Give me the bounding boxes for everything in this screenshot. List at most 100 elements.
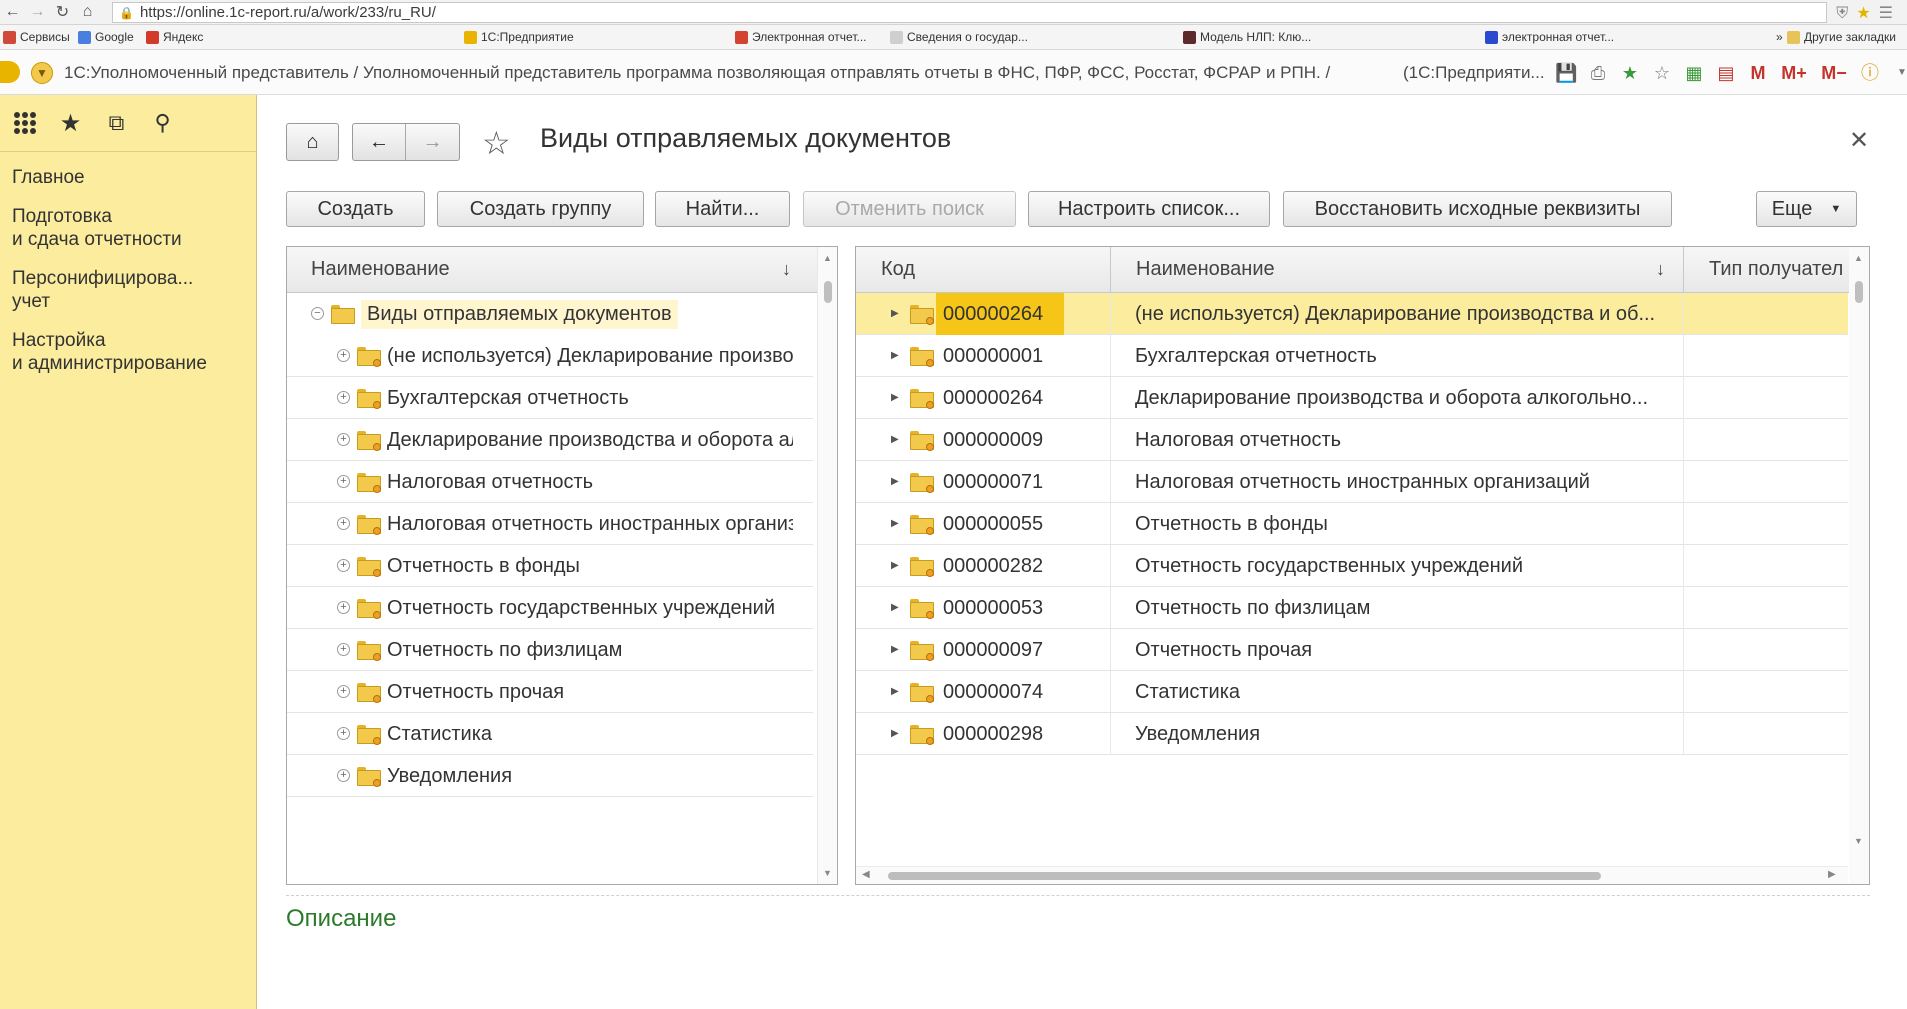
- tree-row[interactable]: + Отчетность в фонды: [287, 545, 813, 587]
- expand-caret-icon[interactable]: ▶: [891, 602, 899, 613]
- browser-menu-icon[interactable]: ☰: [1879, 5, 1901, 22]
- back-icon[interactable]: ←: [0, 3, 25, 21]
- find-button[interactable]: Найти...: [655, 191, 790, 227]
- bookmarks-more-button[interactable]: »: [1776, 30, 1783, 44]
- grid-scrollbar[interactable]: ▲ ▼: [1849, 247, 1869, 884]
- bookmark-item[interactable]: 1С:Предприятие: [464, 30, 574, 44]
- table-row[interactable]: ▶ 000000298 Уведомления: [856, 713, 1848, 755]
- restore-attributes-button[interactable]: Восстановить исходные реквизиты: [1283, 191, 1672, 227]
- save-icon[interactable]: 💾: [1555, 62, 1577, 84]
- expand-caret-icon[interactable]: ▶: [891, 686, 899, 697]
- recipient-type-column-header[interactable]: Тип получател: [1709, 258, 1843, 281]
- configure-list-button[interactable]: Настроить список...: [1028, 191, 1270, 227]
- tree-row[interactable]: + Отчетность по физлицам: [287, 629, 813, 671]
- tree-row[interactable]: + Бухгалтерская отчетность: [287, 377, 813, 419]
- table-row[interactable]: ▶ 000000074 Статистика: [856, 671, 1848, 713]
- tree-row[interactable]: + Налоговая отчетность: [287, 461, 813, 503]
- info-icon[interactable]: ⓘ: [1859, 62, 1881, 84]
- groups-tree[interactable]: Наименование ↓ − Виды отправляемых докуме…: [286, 246, 838, 885]
- table-row[interactable]: ▶ 000000264 Декларирование производства и …: [856, 377, 1848, 419]
- tree-row[interactable]: + Отчетность прочая: [287, 671, 813, 713]
- favorites-star-icon[interactable]: ★: [49, 108, 92, 138]
- expand-caret-icon[interactable]: ▶: [891, 392, 899, 403]
- expand-icon[interactable]: +: [337, 475, 350, 488]
- scroll-right-icon[interactable]: ▶: [1828, 869, 1836, 880]
- expand-icon[interactable]: +: [337, 643, 350, 656]
- table-row[interactable]: ▶ 000000097 Отчетность прочая: [856, 629, 1848, 671]
- expand-caret-icon[interactable]: ▶: [891, 644, 899, 655]
- expand-caret-icon[interactable]: ▶: [891, 518, 899, 529]
- table-row[interactable]: ▶ 000000053 Отчетность по физлицам: [856, 587, 1848, 629]
- print-icon[interactable]: ⎙: [1587, 62, 1609, 84]
- memory-minus-button[interactable]: M−: [1819, 62, 1849, 84]
- more-button[interactable]: Еще ▼: [1756, 191, 1857, 227]
- history-icon[interactable]: ⧉: [95, 108, 138, 138]
- forward-button[interactable]: →: [406, 131, 459, 154]
- expand-icon[interactable]: +: [337, 433, 350, 446]
- code-column-header[interactable]: Код: [881, 258, 915, 281]
- home-icon[interactable]: ⌂: [75, 3, 100, 21]
- bookmark-item[interactable]: Сведения о государ...: [890, 30, 1028, 44]
- expand-caret-icon[interactable]: ▶: [891, 728, 899, 739]
- tree-scroll-thumb[interactable]: [824, 281, 832, 303]
- expand-caret-icon[interactable]: ▶: [891, 476, 899, 487]
- calendar-icon[interactable]: ▤: [1715, 62, 1737, 84]
- expand-caret-icon[interactable]: ▶: [891, 560, 899, 571]
- create-group-button[interactable]: Создать группу: [437, 191, 644, 227]
- tools-dropdown-icon[interactable]: ▼: [1891, 62, 1907, 84]
- reload-icon[interactable]: ↻: [50, 2, 75, 22]
- items-list[interactable]: Код Наименование ↓ Тип получател ▶ 000000…: [855, 246, 1870, 885]
- table-row[interactable]: ▶ 000000282 Отчетность государственных учр…: [856, 545, 1848, 587]
- expand-caret-icon[interactable]: ▶: [891, 308, 899, 319]
- main-menu-button[interactable]: ▼: [31, 62, 53, 84]
- tree-row[interactable]: + Декларирование производства и оборота а…: [287, 419, 813, 461]
- section-item[interactable]: Персонифицирова... учет: [0, 267, 256, 313]
- bookmark-item[interactable]: Google: [78, 30, 134, 44]
- address-input[interactable]: 🔒 https://online.1c-report.ru/a/work/233…: [112, 2, 1827, 23]
- search-icon[interactable]: ⚲: [141, 108, 184, 138]
- add-to-favorites-icon[interactable]: ☆: [482, 124, 511, 162]
- forward-icon[interactable]: →: [25, 3, 50, 21]
- tree-row[interactable]: + Налоговая отчетность иностранных органи…: [287, 503, 813, 545]
- table-row[interactable]: ▶ 000000055 Отчетность в фонды: [856, 503, 1848, 545]
- favorites-icon[interactable]: ☆: [1651, 62, 1673, 84]
- expand-icon[interactable]: +: [337, 727, 350, 740]
- tree-row[interactable]: + Уведомления: [287, 755, 813, 797]
- bookmark-item[interactable]: Электронная отчет...: [735, 30, 867, 44]
- scroll-down-icon[interactable]: ▼: [823, 868, 832, 878]
- bookmark-item[interactable]: Яндекс: [146, 30, 203, 44]
- name-column-header[interactable]: Наименование: [1136, 258, 1275, 281]
- section-item[interactable]: Главное: [0, 166, 256, 189]
- bookmark-item[interactable]: Модель НЛП: Клю...: [1183, 30, 1311, 44]
- scroll-up-icon[interactable]: ▲: [1854, 253, 1863, 263]
- scroll-left-icon[interactable]: ◀: [862, 869, 870, 880]
- bookmark-item[interactable]: Другие закладки: [1787, 30, 1896, 44]
- bookmark-star-icon[interactable]: ★: [1856, 5, 1878, 22]
- add-favorite-icon[interactable]: ★: [1619, 62, 1641, 84]
- memory-plus-button[interactable]: M+: [1779, 62, 1809, 84]
- tree-root-row[interactable]: − Виды отправляемых документов: [287, 293, 813, 335]
- tree-row[interactable]: + Отчетность государственных учреждений: [287, 587, 813, 629]
- grid-hscroll-thumb[interactable]: [888, 872, 1601, 880]
- expand-icon[interactable]: +: [337, 601, 350, 614]
- tree-scrollbar[interactable]: ▲ ▼: [817, 247, 837, 884]
- section-item[interactable]: Подготовка и сдача отчетности: [0, 205, 256, 251]
- grid-horizontal-scrollbar[interactable]: ◀ ▶: [856, 866, 1848, 884]
- expand-icon[interactable]: +: [337, 559, 350, 572]
- bookmark-item[interactable]: Сервисы: [3, 30, 70, 44]
- expand-icon[interactable]: +: [337, 769, 350, 782]
- table-row[interactable]: ▶ 000000264 (не используется) Декларирован…: [856, 293, 1848, 335]
- expand-icon[interactable]: +: [337, 349, 350, 362]
- expand-icon[interactable]: +: [337, 391, 350, 404]
- expand-caret-icon[interactable]: ▶: [891, 434, 899, 445]
- tree-row[interactable]: + Статистика: [287, 713, 813, 755]
- all-functions-icon[interactable]: [3, 108, 46, 138]
- memory-m-button[interactable]: M: [1747, 62, 1769, 84]
- shield-icon[interactable]: ⛨: [1836, 5, 1856, 22]
- collapse-icon[interactable]: −: [311, 307, 324, 320]
- expand-icon[interactable]: +: [337, 685, 350, 698]
- cancel-search-button[interactable]: Отменить поиск: [803, 191, 1016, 227]
- calculator-icon[interactable]: ▦: [1683, 62, 1705, 84]
- expand-icon[interactable]: +: [337, 517, 350, 530]
- scroll-up-icon[interactable]: ▲: [823, 253, 832, 263]
